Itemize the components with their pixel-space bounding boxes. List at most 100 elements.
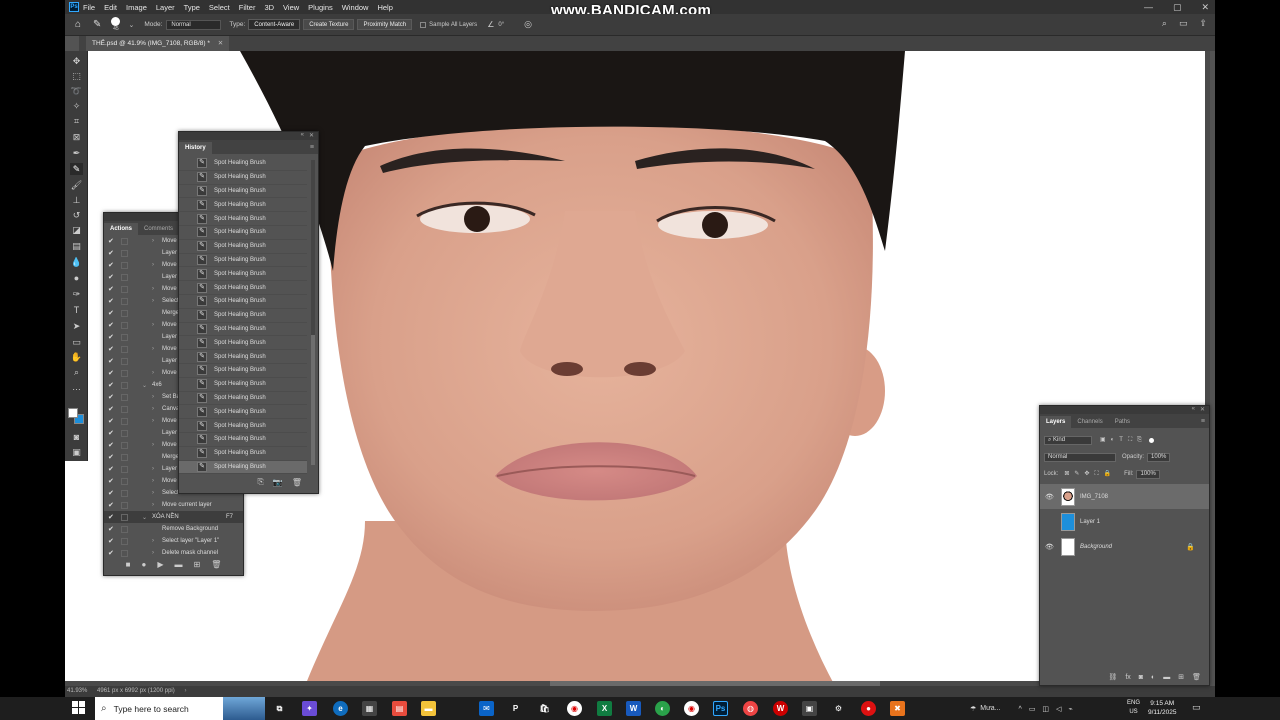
zoom-level[interactable]: 41.93% xyxy=(67,688,87,694)
delete-icon[interactable]: 🗑 xyxy=(211,560,221,569)
store-icon[interactable]: 🛍 xyxy=(537,701,552,716)
check-icon[interactable]: ✔ xyxy=(108,405,114,413)
tab-layers[interactable]: Layers xyxy=(1040,416,1072,428)
angle-value[interactable]: 0° xyxy=(498,22,504,28)
eyedropper-tool-icon[interactable]: ✒ xyxy=(70,147,83,159)
play-icon[interactable]: ▶ xyxy=(157,560,163,569)
expand-right-icon[interactable]: › xyxy=(152,238,154,244)
mode-select[interactable]: Normal xyxy=(166,19,222,30)
visibility-eye-icon[interactable]: 👁 xyxy=(1045,493,1054,501)
lasso-tool-icon[interactable]: ➰ xyxy=(70,85,83,97)
layer-filter-icons[interactable]: ▣◐T⛶⎘ xyxy=(1100,436,1147,444)
dialog-toggle-box[interactable] xyxy=(121,273,128,281)
dialog-toggle-box[interactable] xyxy=(121,249,128,257)
dialog-toggle-box[interactable] xyxy=(121,441,128,449)
history-state[interactable]: ✎ Spot Healing Brush xyxy=(179,281,307,295)
eraser-tool-icon[interactable]: ◪ xyxy=(70,224,83,236)
menu-image[interactable]: Image xyxy=(126,3,147,12)
check-icon[interactable]: ✔ xyxy=(108,321,114,329)
check-icon[interactable]: ✔ xyxy=(108,525,114,533)
dialog-toggle-box[interactable] xyxy=(121,285,128,293)
dialog-toggle-box[interactable] xyxy=(121,321,128,329)
dialog-toggle-box[interactable] xyxy=(121,393,128,401)
expand-right-icon[interactable]: › xyxy=(152,298,154,304)
layer-name[interactable]: Layer 1 xyxy=(1080,519,1100,525)
more-tools-icon[interactable]: … xyxy=(70,381,83,393)
task-view-icon[interactable]: ⧉ xyxy=(272,701,287,716)
menu-edit[interactable]: Edit xyxy=(104,3,117,12)
check-icon[interactable]: ✔ xyxy=(108,309,114,317)
taskbar-search-box[interactable]: ⌕ Type here to search xyxy=(95,697,265,720)
close-panel-icon[interactable]: ✕ xyxy=(309,132,314,139)
check-icon[interactable]: ✔ xyxy=(108,357,114,365)
history-state[interactable]: ✎ Spot Healing Brush xyxy=(179,212,307,226)
visibility-eye-icon[interactable]: 👁 xyxy=(1045,543,1054,551)
history-state[interactable]: ✎ Spot Healing Brush xyxy=(179,309,307,323)
app-icon[interactable]: ▦ xyxy=(362,701,377,716)
history-scroll-thumb[interactable] xyxy=(311,335,315,465)
action-item[interactable]: ✔ ⌄ XÓA NỀN F7 xyxy=(104,511,243,523)
check-icon[interactable]: ✔ xyxy=(108,345,114,353)
check-icon[interactable]: ✔ xyxy=(108,477,114,485)
history-state[interactable]: ✎ Spot Healing Brush xyxy=(179,392,307,406)
opacity-input[interactable]: 100% xyxy=(1147,452,1171,462)
dialog-toggle-box[interactable] xyxy=(121,357,128,365)
tab-actions[interactable]: Actions xyxy=(104,223,139,235)
check-icon[interactable]: ✔ xyxy=(108,333,114,341)
excel-icon[interactable]: X xyxy=(597,701,612,716)
check-icon[interactable]: ✔ xyxy=(108,453,114,461)
lock-icons[interactable]: ⊠✎✥⛶🔒 xyxy=(1064,470,1116,478)
record-icon[interactable]: ● xyxy=(141,560,146,569)
check-icon[interactable]: ✔ xyxy=(108,381,114,389)
tab-comments[interactable]: Comments xyxy=(138,223,179,235)
menu-layer[interactable]: Layer xyxy=(156,3,175,12)
dialog-toggle-box[interactable] xyxy=(121,429,128,437)
share-icon[interactable]: ⇪ xyxy=(1199,18,1207,29)
stop-icon[interactable]: ■ xyxy=(126,560,131,569)
dialog-toggle-box[interactable] xyxy=(121,513,128,521)
dialog-toggle-box[interactable] xyxy=(121,333,128,341)
history-panel-header[interactable]: « ✕ xyxy=(179,132,318,140)
new-set-icon[interactable]: ▬ xyxy=(174,560,182,569)
layer-row[interactable]: 👁 IMG_7108 xyxy=(1040,484,1209,509)
snapshot-icon[interactable]: 📷 xyxy=(273,478,283,487)
pen-tool-icon[interactable]: ✑ xyxy=(70,288,83,300)
layer-name[interactable]: Background xyxy=(1080,544,1112,550)
menu-plugins[interactable]: Plugins xyxy=(308,3,333,12)
document-tab[interactable]: THẺ.psd @ 41.9% (IMG_7108, RGB/8) * ✕ xyxy=(86,36,230,51)
menu-view[interactable]: View xyxy=(283,3,299,12)
layers-close-icon[interactable]: ✕ xyxy=(1200,406,1205,413)
menu-filter[interactable]: Filter xyxy=(239,3,256,12)
expand-right-icon[interactable]: › xyxy=(152,262,154,268)
history-state[interactable]: ✎ Spot Healing Brush xyxy=(179,364,307,378)
word-icon[interactable]: W xyxy=(626,701,641,716)
action-step[interactable]: ✔ › Select layer "Layer 1" xyxy=(104,535,243,547)
check-icon[interactable]: ✔ xyxy=(108,489,114,497)
app-red-icon[interactable]: ◍ xyxy=(743,701,758,716)
hand-tool-icon[interactable]: ✋ xyxy=(70,351,83,363)
link-layers-icon[interactable]: ⛓ xyxy=(1108,673,1117,681)
history-state[interactable]: ✎ Spot Healing Brush xyxy=(179,254,307,268)
copilot-icon[interactable]: ✦ xyxy=(302,701,317,716)
check-icon[interactable]: ✔ xyxy=(108,249,114,257)
layer-thumbnail[interactable] xyxy=(1061,487,1075,506)
stamp-tool-icon[interactable]: ⊥ xyxy=(70,194,83,206)
language-indicator[interactable]: ENG US xyxy=(1127,699,1140,717)
foreground-color-swatch[interactable] xyxy=(68,408,78,418)
expand-right-icon[interactable]: › xyxy=(152,466,154,472)
expand-right-icon[interactable]: › xyxy=(152,502,154,508)
proximity-match-button[interactable]: Proximity Match xyxy=(357,19,413,30)
dialog-toggle-box[interactable] xyxy=(121,261,128,269)
check-icon[interactable]: ✔ xyxy=(108,465,114,473)
menu-3d[interactable]: 3D xyxy=(264,3,274,12)
check-icon[interactable]: ✔ xyxy=(108,297,114,305)
menu-file[interactable]: File xyxy=(83,3,95,12)
tab-channels[interactable]: Channels xyxy=(1071,416,1108,428)
layers-collapse-icon[interactable]: « xyxy=(1192,406,1195,412)
expand-right-icon[interactable]: › xyxy=(152,322,154,328)
search-icon[interactable]: ⌕ xyxy=(1162,18,1167,29)
layer-name[interactable]: IMG_7108 xyxy=(1080,494,1108,500)
check-icon[interactable]: ✔ xyxy=(108,513,114,521)
expand-right-icon[interactable]: › xyxy=(152,418,154,424)
blur-tool-icon[interactable]: 💧 xyxy=(70,256,83,268)
